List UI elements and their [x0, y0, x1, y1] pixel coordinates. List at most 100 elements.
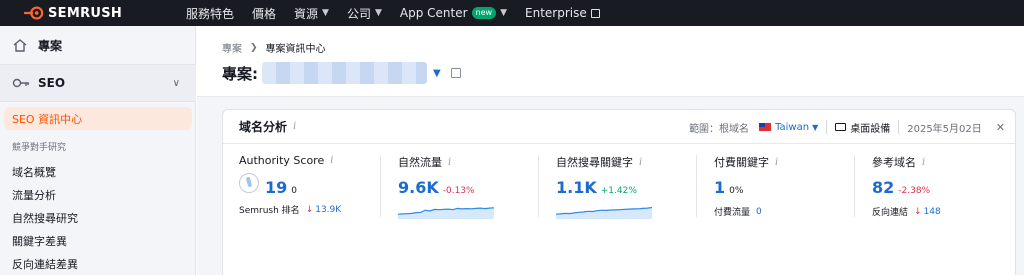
info-icon[interactable]: i	[448, 157, 451, 168]
divider	[538, 155, 539, 217]
metric-value[interactable]: 19	[265, 178, 287, 197]
metric-referring-domains[interactable]: 參考域名 i 82 -2.38% 反向連結 ↓ 148	[872, 154, 1022, 218]
metric-value[interactable]: 9.6K	[398, 178, 439, 197]
metric-delta: +1.42%	[600, 186, 637, 196]
nav-pricing-label: 價格	[252, 6, 277, 21]
info-icon[interactable]: i	[639, 157, 642, 168]
external-link-icon[interactable]	[450, 68, 461, 78]
page-title: 專案: ▼	[222, 62, 461, 84]
seo-key-icon	[12, 78, 29, 88]
top-nav: SEMRUSH 服務特色 價格 資源 ▼ 公司 ▼ App Center new…	[0, 0, 1024, 26]
chevron-down-icon: ▼	[322, 8, 329, 18]
sidebar-item-seo-dashboard[interactable]: SEO 資訊中心	[4, 107, 192, 130]
metric-value[interactable]: 82	[872, 178, 894, 197]
nav-features[interactable]: 服務特色	[186, 5, 234, 22]
nav-company-label: 公司	[346, 6, 371, 21]
sub-value[interactable]: 148	[924, 207, 941, 217]
semrush-logo-icon	[24, 6, 44, 20]
logo-text: SEMRUSH	[48, 5, 123, 21]
nav-pricing[interactable]: 價格	[252, 5, 276, 22]
divider	[826, 120, 828, 134]
sidebar-item-label: 專案	[38, 38, 63, 53]
metric-organic-keywords[interactable]: 自然搜尋關鍵字 i 1.1K +1.42%	[556, 154, 706, 197]
info-icon[interactable]: i	[775, 157, 778, 168]
metric-paid-keywords[interactable]: 付費關鍵字 i 1 0% 付費流量 0	[714, 154, 864, 218]
divider	[380, 155, 381, 217]
scope-label: 範圍：根域名	[689, 123, 750, 135]
sub-value[interactable]: 13.9K	[315, 205, 341, 215]
chevron-down-icon: ▼	[500, 8, 508, 18]
sidebar-item-domain-overview[interactable]: 域名概覽	[0, 164, 196, 180]
metric-delta: 0%	[729, 186, 744, 196]
sub-label: 付費流量	[714, 208, 751, 218]
info-icon[interactable]: i	[330, 155, 333, 166]
sidebar-item-organic-research[interactable]: 自然搜尋研究	[0, 210, 196, 226]
metric-delta: 0	[291, 186, 297, 196]
metric-value[interactable]: 1.1K	[556, 178, 597, 197]
divider	[696, 155, 697, 217]
chevron-down-icon: ▼	[812, 122, 819, 132]
external-link-icon	[590, 8, 600, 18]
card-title: 域名分析	[239, 120, 288, 134]
nav-app-center[interactable]: App Center new ▼	[400, 6, 507, 20]
nav-enterprise-label: Enterprise	[525, 6, 587, 20]
sidebar-item-projects[interactable]: 專案	[0, 26, 196, 64]
country-select[interactable]: Taiwan	[775, 122, 809, 133]
metric-authority-score[interactable]: Authority Score i 19 0 Semrush 排名 ↓ 13.9K	[239, 154, 389, 216]
metric-delta: -2.38%	[898, 186, 931, 196]
nav-enterprise[interactable]: Enterprise	[525, 6, 600, 20]
metric-name: 參考域名	[872, 156, 916, 169]
nav-resources-label: 資源	[294, 6, 319, 21]
authority-score-icon	[239, 173, 259, 193]
sidebar-item-seo[interactable]: SEO ∨	[0, 64, 196, 102]
arrow-down-icon: ↓	[305, 204, 314, 215]
sidebar-item-traffic-analytics[interactable]: 流量分析	[0, 187, 196, 203]
new-badge: new	[471, 7, 497, 19]
page-title-prefix: 專案:	[222, 64, 258, 83]
sub-label: 反向連結	[872, 208, 909, 218]
divider	[898, 120, 900, 134]
sidebar-item-label: SEO 資訊中心	[12, 112, 83, 126]
taiwan-flag-icon	[759, 123, 772, 131]
divider	[854, 155, 855, 217]
semrush-logo[interactable]: SEMRUSH	[24, 6, 152, 21]
chevron-down-icon: ▼	[374, 8, 382, 18]
home-icon	[13, 38, 27, 52]
metric-name: 自然流量	[398, 156, 442, 169]
metric-name: 自然搜尋關鍵字	[556, 156, 633, 169]
redacted-project-name	[262, 62, 427, 84]
card-header: 域名分析 i 範圍：根域名 Taiwan ▼ 桌面設備 2025年5月02日 ✕	[223, 110, 1015, 144]
organic-keywords-sparkline	[556, 206, 652, 219]
sub-value[interactable]: 0	[756, 207, 762, 217]
device-select[interactable]: 桌面設備	[850, 120, 890, 135]
organic-traffic-sparkline	[398, 207, 494, 219]
domain-analytics-card: 域名分析 i 範圍：根域名 Taiwan ▼ 桌面設備 2025年5月02日 ✕…	[222, 109, 1016, 275]
nav-resources[interactable]: 資源 ▼	[294, 5, 329, 22]
metric-name: Authority Score	[239, 154, 325, 167]
info-icon[interactable]: i	[922, 157, 925, 168]
date-label: 2025年5月02日	[907, 123, 982, 135]
metric-delta: -0.13%	[442, 186, 475, 196]
metric-name: 付費關鍵字	[714, 156, 769, 169]
sidebar: 專案 SEO ∨ SEO 資訊中心 競爭對手研究 域名概覽 流量分析 自然搜尋研…	[0, 26, 196, 275]
sidebar-item-label: SEO	[38, 76, 66, 90]
sidebar-section-competitor-research: 競爭對手研究	[12, 143, 67, 153]
project-dropdown-chevron-icon[interactable]: ▼	[433, 68, 441, 79]
close-icon[interactable]: ✕	[996, 121, 1005, 134]
breadcrumb: 專案 ❯ 專案資訊中心	[222, 40, 326, 56]
metric-value[interactable]: 1	[714, 178, 725, 197]
arrow-down-icon: ↓	[914, 206, 922, 217]
chevron-down-icon: ∨	[172, 77, 180, 89]
nav-app-center-label: App Center	[399, 6, 468, 20]
card-filters: 範圍：根域名 Taiwan ▼ 桌面設備 2025年5月02日 ✕	[689, 110, 1005, 144]
breadcrumb-root[interactable]: 專案	[222, 40, 242, 55]
sidebar-item-backlink-gap[interactable]: 反向連結差異	[0, 256, 196, 272]
sidebar-item-keyword-gap[interactable]: 關鍵字差異	[0, 233, 196, 249]
chevron-right-icon: ❯	[250, 42, 258, 53]
breadcrumb-current: 專案資訊中心	[265, 44, 326, 55]
metric-organic-traffic[interactable]: 自然流量 i 9.6K -0.13%	[398, 154, 548, 197]
nav-company[interactable]: 公司 ▼	[347, 5, 382, 22]
sub-label: Semrush 排名	[239, 206, 300, 216]
info-icon[interactable]: i	[293, 121, 296, 132]
desktop-icon	[835, 123, 847, 131]
